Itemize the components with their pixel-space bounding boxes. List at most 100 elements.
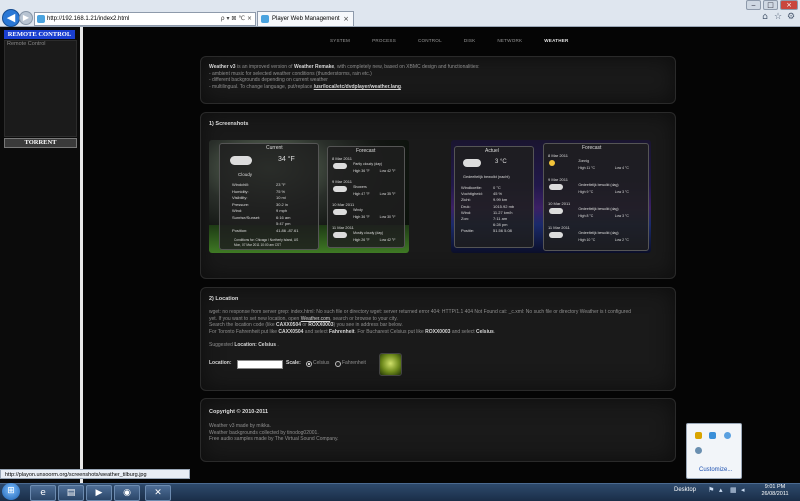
maximize-button[interactable]: □ xyxy=(763,0,778,10)
nav-disk[interactable]: DISK xyxy=(464,38,476,43)
minimize-button[interactable]: ‒ xyxy=(746,0,761,10)
start-button[interactable]: ⊞ xyxy=(2,483,20,500)
location-panel xyxy=(200,287,676,391)
tray-volume-icon[interactable]: ◂ xyxy=(741,487,748,494)
bluetooth-icon[interactable] xyxy=(724,432,731,439)
fahrenheit-radio[interactable] xyxy=(335,361,341,367)
torrent-header[interactable]: TORRENT xyxy=(4,138,77,148)
forecast-weather-icon xyxy=(549,184,563,190)
back-button[interactable]: ◀ xyxy=(2,9,20,27)
location-line4-d: and select xyxy=(450,328,477,335)
taskbar-firefox-icon[interactable]: ◉ xyxy=(114,485,140,501)
location-line4-celsius: Celsius xyxy=(476,328,494,335)
screenshot-chicago[interactable]: Current 34 °F Cloudy Windchill: 23 °F Humi… xyxy=(209,140,409,253)
copyright-line1: Weather v3 made by mikka. xyxy=(209,423,271,429)
weather-submit-icon[interactable] xyxy=(379,353,402,376)
forecast-high: High 10 °C xyxy=(578,238,596,242)
location-code-2: ROXX0003 xyxy=(308,322,334,329)
forecast-weather-icon xyxy=(549,160,555,166)
forecast-condition: Gedeeltelijk bewolkt (dag) xyxy=(578,231,619,235)
copyright-text: Weather v3 made by mikka. Weather backgr… xyxy=(209,423,339,443)
fahrenheit-label[interactable]: Fahrenheit xyxy=(342,360,366,367)
weather-row-value: 11.27 km/h xyxy=(493,209,513,215)
location-title: 2) Location xyxy=(209,296,239,302)
suggested-suffix: . xyxy=(276,342,279,348)
current-condition: Cloudy xyxy=(238,172,253,177)
desktop-toolbar-label[interactable]: Desktop xyxy=(674,487,696,493)
forecast-low: Low 42 °F xyxy=(379,238,396,242)
home-icon[interactable]: ⌂ xyxy=(760,12,770,22)
weather-row-value: 7:11 am xyxy=(493,216,508,221)
favorites-icon[interactable]: ☆ xyxy=(773,12,783,22)
browser-tab[interactable]: Player Web Management × xyxy=(257,11,354,26)
address-bar[interactable]: http://192.168.1.21/index2.html ρ ▾ ⊠ ℃ … xyxy=(34,12,256,26)
window-controls: ‒ □ × xyxy=(746,0,798,10)
taskbar-ie-icon[interactable]: e xyxy=(30,485,56,501)
customize-link[interactable]: Customize... xyxy=(699,467,732,473)
weather-com-link[interactable]: Weather.com xyxy=(301,316,330,322)
actual-label: Actuel xyxy=(485,148,499,154)
forecast-condition: Partly cloudy (day) xyxy=(353,162,383,166)
actual-temp: 3 °C xyxy=(495,159,507,165)
settings-gear-icon[interactable]: ⚙ xyxy=(786,12,796,22)
location-input[interactable] xyxy=(237,360,283,369)
nav-weather[interactable]: WEATHER xyxy=(544,38,568,43)
forecast-card-nl: Forecast 8 Mar 2011 Zonnig High 11 °C Low 4… xyxy=(543,143,649,251)
nav-process[interactable]: PROCESS xyxy=(372,38,396,43)
taskbar-explorer-icon[interactable]: ▤ xyxy=(58,485,84,501)
forecast-high: High 9 °C xyxy=(578,190,594,194)
forward-button[interactable]: ▶ xyxy=(19,11,33,25)
status-bar-url: http://playon.unsoorm.org/screenshots/we… xyxy=(0,469,190,479)
remote-control-link[interactable]: Remote Control xyxy=(7,41,46,47)
weather-row-label: Pressure: xyxy=(232,201,250,207)
forecast-high: High 8 °C xyxy=(578,214,594,218)
forecast-high: High 36 °F xyxy=(353,215,370,219)
location-line4-code2: ROXX0003 xyxy=(425,328,451,335)
tab-close-icon[interactable]: × xyxy=(343,12,349,26)
tray-app-icon-1[interactable] xyxy=(695,432,702,439)
current-card: Current 34 °F Cloudy Windchill: 23 °F Humi… xyxy=(219,143,319,250)
weather-row-label: Druk: xyxy=(461,203,471,209)
taskbar-media-player-icon[interactable]: ▶ xyxy=(86,485,112,501)
remote-control-panel xyxy=(4,40,77,137)
copyright-title: Copyright © 2010-2011 xyxy=(209,409,269,415)
remote-control-header[interactable]: REMOTE CONTROL xyxy=(4,30,75,39)
celsius-radio[interactable] xyxy=(306,361,312,367)
scale-label-text: Scale: xyxy=(286,360,301,366)
weather-row-label: Zicht: xyxy=(461,197,471,203)
site-favicon-icon xyxy=(37,15,45,23)
tray-flag-icon[interactable]: ⚑ xyxy=(708,487,715,494)
celsius-label[interactable]: Celsius xyxy=(313,360,329,367)
screenshot-tilburg[interactable]: Actuel 3 °C Gedeeltelijk bewolkt (nacht)… xyxy=(451,140,651,253)
weather-row-value: 9 mph xyxy=(276,208,288,213)
screenshots-title: 1) Screenshots xyxy=(209,121,249,127)
current-label: Current xyxy=(266,145,283,151)
weather-row-label: Visibility: xyxy=(232,195,248,200)
suggested-prefix: Suggested xyxy=(209,342,235,348)
address-tools[interactable]: ρ ▾ ⊠ ℃ × xyxy=(221,13,252,25)
forecast-condition: Gedeeltelijk bewolkt (dag) xyxy=(578,207,619,211)
tray-app-icon-4[interactable] xyxy=(695,447,702,454)
nav-system[interactable]: SYSTEM xyxy=(330,38,350,43)
taskbar-clock[interactable]: 9:01 PM 26/08/2011 xyxy=(756,484,794,498)
tray-expand-icon[interactable]: ▴ xyxy=(719,487,726,494)
actual-condition: Gedeeltelijk bewolkt (nacht) xyxy=(463,175,510,179)
taskbar-app-icon[interactable]: ✕ xyxy=(145,485,171,501)
intro-line3: - different backgrounds depending on cur… xyxy=(209,77,328,84)
forecast-condition: Zonnig xyxy=(578,159,590,163)
tray-network-icon[interactable]: ▦ xyxy=(730,487,737,494)
tab-title: Player Web Management xyxy=(272,16,340,22)
nav-network[interactable]: NETWORK xyxy=(497,38,522,43)
close-window-button[interactable]: × xyxy=(780,0,798,10)
forecast-high: High 11 °C xyxy=(578,166,596,170)
lang-file-link[interactable]: /usr/local/etc/dvdplayer/weather.lang xyxy=(314,84,401,90)
actual-card: Actuel 3 °C Gedeeltelijk bewolkt (nacht)… xyxy=(454,146,534,248)
forecast-weather-icon xyxy=(549,232,563,238)
location-line4-fahrenheit: Fahrenheit xyxy=(328,328,355,335)
forecast-weather-icon xyxy=(549,208,563,214)
location-line4-code1: CAXX0504 xyxy=(278,328,304,335)
nav-control[interactable]: CONTROL xyxy=(418,38,442,43)
tray-app-icon-2[interactable] xyxy=(709,432,716,439)
scale-options: Celsius Fahrenheit xyxy=(306,360,376,368)
suggested-value: Location: Celsius xyxy=(234,342,276,348)
